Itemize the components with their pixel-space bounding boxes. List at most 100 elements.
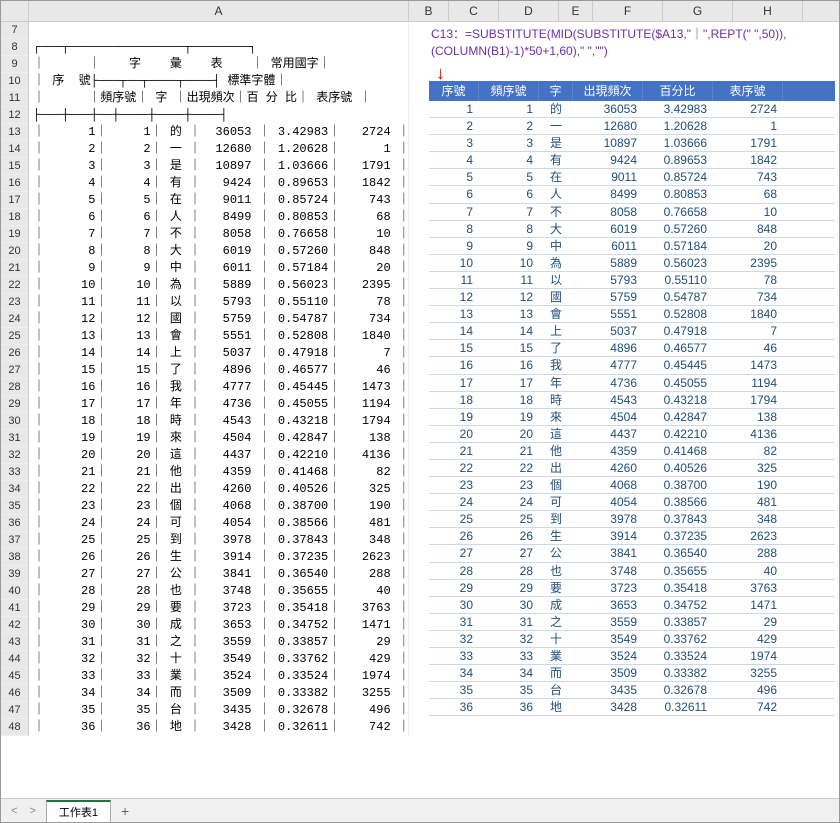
parsed-cell[interactable]: 我 [539, 357, 573, 373]
parsed-cell[interactable]: 23 [429, 477, 479, 493]
parsed-cell[interactable]: 19 [429, 409, 479, 425]
parsed-cell[interactable]: 743 [713, 169, 783, 185]
parsed-cell[interactable]: 4359 [573, 443, 643, 459]
parsed-cell[interactable]: 1 [479, 101, 539, 117]
parsed-cell[interactable]: 7 [479, 204, 539, 220]
parsed-cell[interactable]: 25 [479, 511, 539, 527]
row-number[interactable]: 15 [1, 158, 29, 175]
parsed-cell[interactable]: 12 [429, 289, 479, 305]
row-number[interactable]: 30 [1, 413, 29, 430]
parsed-cell[interactable]: 可 [539, 494, 573, 510]
parsed-cell[interactable]: 0.57184 [643, 238, 713, 254]
parsed-cell[interactable]: 0.42847 [643, 409, 713, 425]
parsed-cell[interactable]: 5889 [573, 255, 643, 271]
parsed-cell[interactable]: 30 [429, 597, 479, 613]
cell-A34[interactable]: ｜ 22｜ 22｜ 出 ｜ 4260 ｜ 0.40526｜ 325 ｜ [29, 481, 409, 498]
cell-A9[interactable]: ｜ ｜ 字 彙 表 ｜ 常用國字｜ [29, 56, 409, 73]
parsed-cell[interactable]: 1974 [713, 648, 783, 664]
parsed-cell[interactable]: 8 [429, 221, 479, 237]
cell-A20[interactable]: ｜ 8｜ 8｜ 大 ｜ 6019 ｜ 0.57260｜ 848 ｜ [29, 243, 409, 260]
parsed-cell[interactable]: 5759 [573, 289, 643, 305]
parsed-cell[interactable]: 0.33382 [643, 665, 713, 681]
parsed-cell[interactable]: 0.45445 [643, 357, 713, 373]
row-number[interactable]: 9 [1, 56, 29, 73]
row-number[interactable]: 20 [1, 243, 29, 260]
parsed-cell[interactable]: 33 [429, 648, 479, 664]
row-number[interactable]: 19 [1, 226, 29, 243]
parsed-cell[interactable]: 3978 [573, 511, 643, 527]
row-number[interactable]: 7 [1, 22, 29, 39]
parsed-cell[interactable]: 3559 [573, 614, 643, 630]
parsed-cell[interactable]: 十 [539, 631, 573, 647]
parsed-cell[interactable]: 325 [713, 460, 783, 476]
parsed-cell[interactable]: 12680 [573, 118, 643, 134]
parsed-cell[interactable]: 8499 [573, 186, 643, 202]
row-number[interactable]: 39 [1, 566, 29, 583]
parsed-cell[interactable]: 2623 [713, 528, 783, 544]
cell-A13[interactable]: ｜ 1｜ 1｜ 的 ｜ 36053 ｜ 3.42983｜ 2724 ｜ [29, 124, 409, 141]
row-number[interactable]: 17 [1, 192, 29, 209]
parsed-cell[interactable]: 348 [713, 511, 783, 527]
parsed-cell[interactable]: 他 [539, 443, 573, 459]
parsed-cell[interactable]: 6 [479, 186, 539, 202]
parsed-cell[interactable]: 68 [713, 186, 783, 202]
cell-A46[interactable]: ｜ 34｜ 34｜ 而 ｜ 3509 ｜ 0.33382｜ 3255 ｜ [29, 685, 409, 702]
parsed-cell[interactable]: 1842 [713, 152, 783, 168]
parsed-cell[interactable]: 5 [479, 169, 539, 185]
parsed-cell[interactable]: 15 [429, 340, 479, 356]
cell-A27[interactable]: ｜ 15｜ 15｜ 了 ｜ 4896 ｜ 0.46577｜ 46 ｜ [29, 362, 409, 379]
row-number[interactable]: 35 [1, 498, 29, 515]
row-number[interactable]: 46 [1, 685, 29, 702]
row-number[interactable]: 8 [1, 39, 29, 56]
parsed-cell[interactable]: 138 [713, 409, 783, 425]
parsed-cell[interactable]: 而 [539, 665, 573, 681]
parsed-cell[interactable]: 0.33524 [643, 648, 713, 664]
parsed-cell[interactable]: 1.20628 [643, 118, 713, 134]
column-header-H[interactable]: H [733, 1, 803, 21]
parsed-cell[interactable]: 34 [479, 665, 539, 681]
row-number[interactable]: 47 [1, 702, 29, 719]
parsed-cell[interactable]: 國 [539, 289, 573, 305]
parsed-cell[interactable]: 190 [713, 477, 783, 493]
parsed-cell[interactable]: 的 [539, 101, 573, 117]
parsed-cell[interactable]: 業 [539, 648, 573, 664]
parsed-cell[interactable]: 17 [429, 375, 479, 391]
row-number[interactable]: 38 [1, 549, 29, 566]
parsed-cell[interactable]: 0.56023 [643, 255, 713, 271]
parsed-cell[interactable]: 11 [479, 272, 539, 288]
parsed-cell[interactable]: 0.38566 [643, 494, 713, 510]
cell-A43[interactable]: ｜ 31｜ 31｜ 之 ｜ 3559 ｜ 0.33857｜ 29 ｜ [29, 634, 409, 651]
parsed-cell[interactable]: 0.54787 [643, 289, 713, 305]
parsed-cell[interactable]: 12 [479, 289, 539, 305]
parsed-cell[interactable]: 3428 [573, 699, 643, 715]
parsed-cell[interactable]: 3435 [573, 682, 643, 698]
parsed-cell[interactable]: 0.37843 [643, 511, 713, 527]
parsed-cell[interactable]: 台 [539, 682, 573, 698]
parsed-cell[interactable]: 32 [429, 631, 479, 647]
parsed-cell[interactable]: 28 [479, 563, 539, 579]
parsed-cell[interactable]: 35 [429, 682, 479, 698]
parsed-cell[interactable]: 時 [539, 392, 573, 408]
parsed-cell[interactable]: 5551 [573, 306, 643, 322]
cell-A12[interactable]: ├───┼───┼──┼────┼────┼────┤ [29, 107, 409, 124]
parsed-cell[interactable]: 到 [539, 511, 573, 527]
parsed-cell[interactable]: 36053 [573, 101, 643, 117]
parsed-cell[interactable]: 0.46577 [643, 340, 713, 356]
parsed-cell[interactable]: 2 [429, 118, 479, 134]
parsed-cell[interactable]: 0.33762 [643, 631, 713, 647]
parsed-cell[interactable]: 26 [429, 528, 479, 544]
parsed-cell[interactable]: 10897 [573, 135, 643, 151]
parsed-cell[interactable]: 年 [539, 375, 573, 391]
parsed-cell[interactable]: 地 [539, 699, 573, 715]
parsed-cell[interactable]: 5793 [573, 272, 643, 288]
parsed-cell[interactable]: 這 [539, 426, 573, 442]
parsed-cell[interactable]: 3723 [573, 580, 643, 596]
cell-A42[interactable]: ｜ 30｜ 30｜ 成 ｜ 3653 ｜ 0.34752｜ 1471 ｜ [29, 617, 409, 634]
parsed-cell[interactable]: 3748 [573, 563, 643, 579]
column-header-E[interactable]: E [559, 1, 593, 21]
parsed-cell[interactable]: 0.37235 [643, 528, 713, 544]
parsed-cell[interactable]: 734 [713, 289, 783, 305]
parsed-cell[interactable]: 3914 [573, 528, 643, 544]
parsed-cell[interactable]: 22 [479, 460, 539, 476]
parsed-cell[interactable]: 20 [713, 238, 783, 254]
